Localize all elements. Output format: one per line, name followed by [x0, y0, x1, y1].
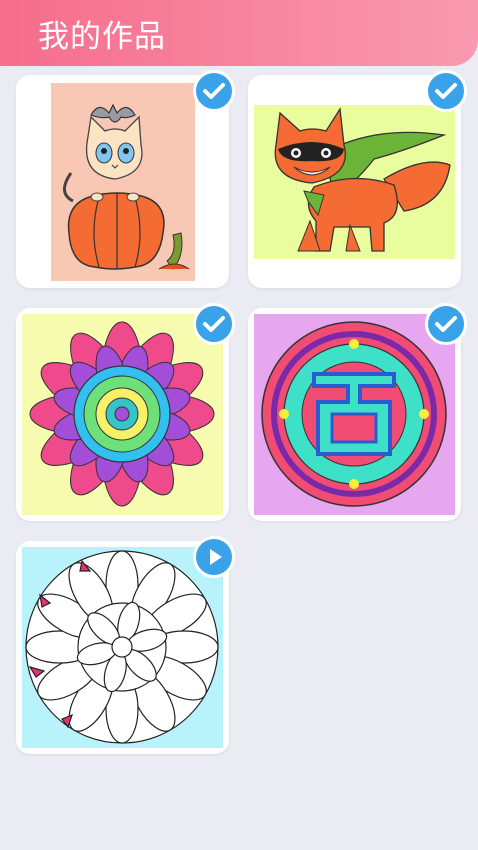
artwork-card-teal-ornament[interactable] — [248, 303, 467, 521]
completed-check-badge — [425, 70, 467, 112]
header-bar: 我的作品 — [0, 0, 478, 66]
artwork-card-pink-mandala[interactable] — [16, 303, 235, 521]
uncolored-mandala-illustration — [25, 550, 219, 744]
artwork-card-cat-in-pumpkin[interactable] — [16, 70, 235, 288]
artwork-thumbnail — [254, 105, 455, 259]
fox-illustration — [274, 107, 451, 252]
check-icon — [203, 83, 225, 99]
completed-check-badge — [193, 70, 235, 112]
artwork-thumbnail — [22, 547, 223, 748]
check-icon — [203, 316, 225, 332]
artwork-card-superhero-fox[interactable] — [248, 70, 467, 288]
artwork-card-uncolored-mandala[interactable] — [16, 536, 235, 754]
page-title: 我的作品 — [38, 19, 166, 55]
play-icon — [210, 549, 222, 565]
check-icon — [435, 83, 457, 99]
cat-pumpkin-illustration — [63, 103, 190, 270]
continue-play-badge[interactable] — [193, 536, 235, 578]
completed-check-badge — [425, 303, 467, 345]
ornament-illustration — [261, 321, 447, 507]
artwork-thumbnail — [22, 314, 223, 515]
completed-check-badge — [193, 303, 235, 345]
check-icon — [435, 316, 457, 332]
artwork-thumbnail — [51, 83, 195, 281]
artwork-thumbnail — [254, 314, 455, 515]
pink-mandala-illustration — [29, 321, 215, 507]
